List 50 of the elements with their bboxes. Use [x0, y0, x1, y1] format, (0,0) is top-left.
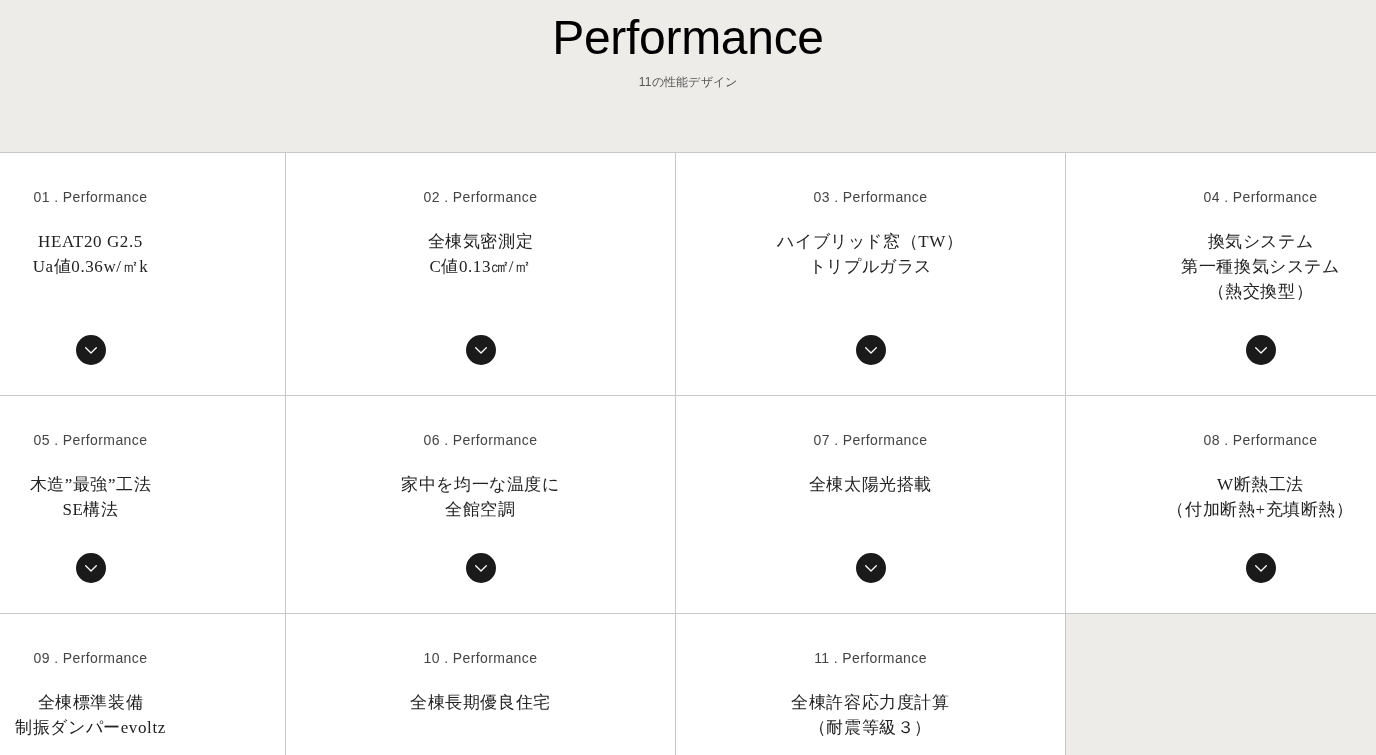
item-title: （付加断熱+充填断熱） [1167, 499, 1354, 521]
chevron-down-icon [864, 346, 877, 354]
item-title: C値0.13㎠/㎡ [429, 256, 532, 278]
chevron-down-icon [474, 346, 487, 354]
item-title: （熱交換型） [1207, 281, 1314, 303]
item-title: HEAT20 G2.5 [38, 231, 143, 253]
item-number-label: 04 . Performance [1203, 188, 1318, 207]
item-title: ハイブリッド窓（TW） [777, 231, 964, 253]
item-title: 全棟太陽光搭載 [808, 474, 933, 496]
chevron-down-icon [864, 564, 877, 572]
item-number-label: 02 . Performance [423, 188, 538, 207]
expand-button[interactable] [465, 335, 496, 365]
chevron-down-icon [1254, 564, 1267, 572]
item-title: トリプルガラス [808, 256, 933, 278]
expand-button[interactable] [75, 553, 106, 583]
item-title: SE構法 [62, 499, 119, 521]
item-title: 全棟許容応力度計算 [791, 692, 950, 714]
expand-button[interactable] [465, 553, 496, 583]
item-number-label: 07 . Performance [813, 431, 928, 450]
item-number-label: 11 . Performance [814, 649, 927, 668]
expand-button[interactable] [855, 335, 886, 365]
item-title: 全館空調 [445, 499, 516, 521]
item-title: W断熱工法 [1216, 474, 1304, 496]
chevron-down-icon [1254, 346, 1267, 354]
item-number-label: 06 . Performance [423, 431, 538, 450]
item-title: Ua値0.36w/㎡k [32, 256, 149, 278]
chevron-down-icon [84, 564, 97, 572]
item-title: 全棟長期優良住宅 [410, 692, 551, 714]
item-title: 第一種換気システム [1181, 256, 1340, 278]
item-number-label: 10 . Performance [423, 649, 538, 668]
item-number-label: 05 . Performance [33, 431, 148, 450]
item-title: （耐震等級３） [808, 717, 933, 739]
item-number-label: 08 . Performance [1203, 431, 1318, 450]
expand-button[interactable] [1245, 553, 1276, 583]
item-title: 換気システム [1207, 231, 1314, 253]
item-title: 全棟気密測定 [427, 231, 534, 253]
item-number-label: 09 . Performance [33, 649, 148, 668]
chevron-down-icon [84, 346, 97, 354]
item-title: 全棟標準装備 [37, 692, 144, 714]
page-subtitle: 11の性能デザイン [638, 74, 738, 90]
page-title: Performance [552, 10, 824, 66]
chevron-down-icon [474, 564, 487, 572]
item-number-label: 01 . Performance [33, 188, 148, 207]
expand-button[interactable] [75, 335, 106, 365]
expand-button[interactable] [855, 553, 886, 583]
item-title: 木造”最強”工法 [29, 474, 152, 496]
item-title: 制振ダンパーevoltz [15, 717, 166, 739]
item-title: 家中を均一な温度に [401, 474, 560, 496]
expand-button[interactable] [1245, 335, 1276, 365]
item-number-label: 03 . Performance [813, 188, 928, 207]
